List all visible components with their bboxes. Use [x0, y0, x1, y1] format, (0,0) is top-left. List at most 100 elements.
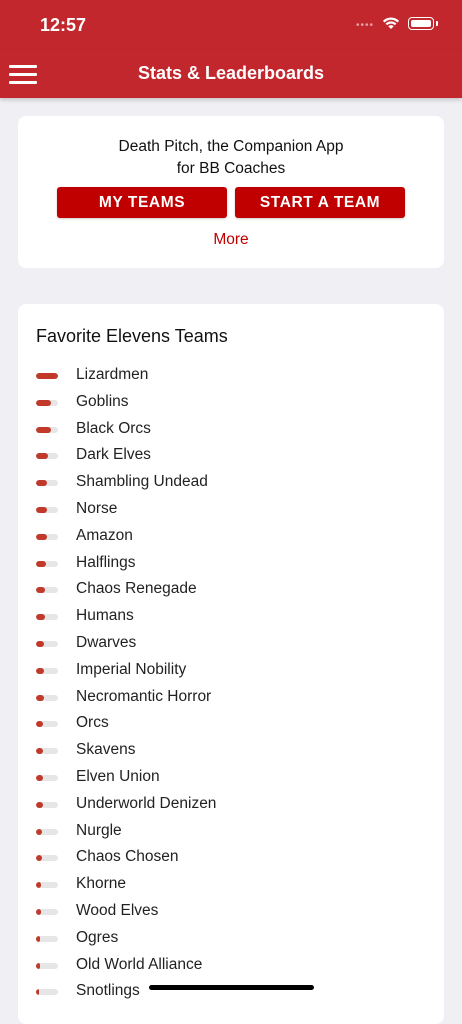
team-row[interactable]: Skavens: [18, 739, 444, 766]
team-row[interactable]: Goblins: [18, 391, 444, 418]
home-indicator[interactable]: [149, 985, 314, 990]
team-row[interactable]: Amazon: [18, 525, 444, 552]
more-link[interactable]: More: [18, 231, 444, 249]
popularity-bar: [36, 640, 58, 647]
popularity-bar-fill: [36, 935, 40, 942]
popularity-bar-fill: [36, 453, 48, 460]
team-name: Snotlings: [76, 982, 140, 1000]
popularity-bar-fill: [36, 533, 47, 540]
intro-text: Death Pitch, the Companion App for BB Co…: [18, 136, 444, 180]
team-row[interactable]: Old World Alliance: [18, 954, 444, 981]
team-name: Skavens: [76, 741, 136, 759]
team-row[interactable]: Humans: [18, 605, 444, 632]
team-row[interactable]: Dwarves: [18, 632, 444, 659]
popularity-bar-fill: [36, 908, 41, 915]
popularity-bar-fill: [36, 373, 58, 379]
team-name: Chaos Chosen: [76, 848, 179, 866]
team-name: Lizardmen: [76, 366, 149, 383]
team-name: Chaos Renegade: [76, 580, 197, 598]
status-bar: 12:57 ••••: [0, 0, 462, 50]
team-name: Wood Elves: [76, 901, 159, 919]
my-teams-button[interactable]: MY TEAMS: [57, 187, 227, 218]
wifi-icon: [382, 17, 400, 29]
popularity-bar-fill: [36, 667, 44, 674]
intro-card: Death Pitch, the Companion App for BB Co…: [18, 116, 444, 268]
team-name: Orcs: [76, 714, 109, 732]
team-row[interactable]: Khorne: [18, 873, 444, 900]
popularity-bar-fill: [36, 748, 43, 755]
popularity-bar-fill: [36, 560, 46, 567]
section-title: Favorite Elevens Teams: [36, 326, 228, 346]
team-row[interactable]: Wood Elves: [18, 900, 444, 927]
popularity-bar-fill: [36, 801, 43, 808]
team-name: Nurgle: [76, 821, 122, 839]
popularity-bar: [36, 908, 58, 915]
popularity-bar-fill: [36, 989, 39, 996]
team-row[interactable]: Black Orcs: [18, 418, 444, 445]
team-row[interactable]: Orcs: [18, 712, 444, 739]
popularity-bar: [36, 694, 58, 701]
team-row[interactable]: Chaos Renegade: [18, 578, 444, 605]
popularity-bar-fill: [36, 962, 40, 969]
team-name: Old World Alliance: [76, 955, 203, 973]
popularity-bar-fill: [36, 506, 47, 513]
team-name: Underworld Denizen: [76, 794, 217, 812]
popularity-bar: [36, 855, 58, 862]
popularity-bar: [36, 935, 58, 942]
popularity-bar: [36, 453, 58, 460]
intro-line-2: for BB Coaches: [176, 160, 286, 177]
popularity-bar: [36, 399, 58, 406]
popularity-bar: [36, 989, 58, 996]
popularity-bar-fill: [36, 694, 44, 701]
team-row[interactable]: Necromantic Horror: [18, 686, 444, 713]
nav-bar: Stats & Leaderboards: [0, 50, 462, 98]
team-row[interactable]: Elven Union: [18, 766, 444, 793]
team-name: Halflings: [76, 553, 136, 571]
status-time: 12:57: [40, 15, 87, 35]
team-row[interactable]: Ogres: [18, 927, 444, 954]
popularity-bar: [36, 882, 58, 889]
team-row[interactable]: Imperial Nobility: [18, 659, 444, 686]
intro-line-1: Death Pitch, the Companion App: [118, 138, 344, 155]
team-row[interactable]: Chaos Chosen: [18, 846, 444, 873]
popularity-bar-fill: [36, 882, 41, 889]
popularity-bar-fill: [36, 774, 43, 781]
popularity-bar-fill: [36, 614, 45, 621]
popularity-bar-fill: [36, 855, 42, 862]
team-list: Lizardmen Goblins Black Orcs Dark Elves Sham…: [18, 364, 444, 1007]
popularity-bar: [36, 801, 58, 808]
team-name: Dwarves: [76, 633, 137, 651]
popularity-bar-fill: [36, 399, 51, 406]
team-name: Norse: [76, 499, 118, 517]
team-row[interactable]: Dark Elves: [18, 444, 444, 471]
popularity-bar: [36, 721, 58, 728]
popularity-bar: [36, 480, 58, 487]
popularity-bar-fill: [36, 721, 43, 728]
popularity-bar-fill: [36, 587, 45, 594]
team-name: Goblins: [76, 392, 129, 410]
team-name: Amazon: [76, 526, 133, 544]
popularity-bar: [36, 426, 58, 433]
start-team-button[interactable]: START A TEAM: [235, 187, 405, 218]
popularity-bar-fill: [36, 828, 42, 835]
popularity-bar-fill: [36, 640, 44, 647]
popularity-bar: [36, 587, 58, 594]
team-row[interactable]: Halflings: [18, 552, 444, 579]
popularity-bar-fill: [36, 426, 51, 433]
popularity-bar: [36, 828, 58, 835]
team-row[interactable]: Nurgle: [18, 820, 444, 847]
favorite-teams-card: Favorite Elevens Teams Lizardmen Goblins B…: [18, 304, 444, 1024]
signal-icon: ••••: [356, 20, 375, 31]
team-row[interactable]: Shambling Undead: [18, 471, 444, 498]
team-name: Humans: [76, 607, 134, 625]
team-name: Shambling Undead: [76, 473, 208, 491]
team-row[interactable]: Underworld Denizen: [18, 793, 444, 820]
popularity-bar: [36, 614, 58, 621]
popularity-bar: [36, 533, 58, 540]
page-title: Stats & Leaderboards: [137, 63, 325, 83]
team-row[interactable]: Norse: [18, 498, 444, 525]
battery-icon: [408, 17, 434, 30]
team-row[interactable]: Lizardmen: [18, 364, 444, 391]
team-name: Ogres: [76, 928, 119, 946]
team-name: Dark Elves: [76, 446, 151, 464]
